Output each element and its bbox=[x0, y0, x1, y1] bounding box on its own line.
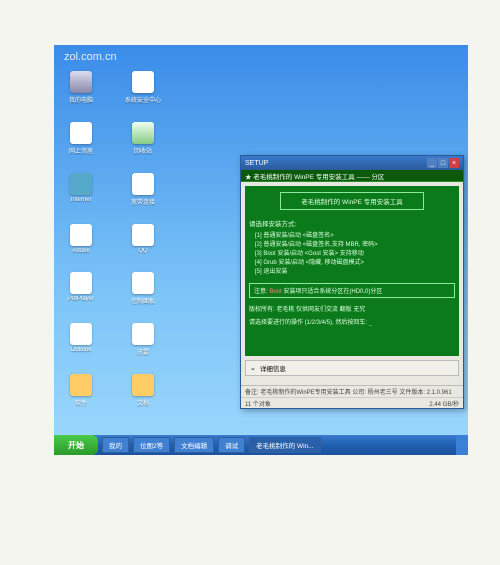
minimize-button[interactable]: _ bbox=[427, 158, 437, 168]
desktop-icon-network-places[interactable]: 网上邻居 bbox=[64, 122, 98, 155]
icon-label: Internet bbox=[71, 197, 91, 203]
desktop-icon-thunder[interactable]: 迅雷 bbox=[126, 323, 160, 356]
watermark-text: zol.com.cn bbox=[64, 51, 117, 63]
icon-label: Outlook bbox=[71, 347, 92, 353]
panel-subtitle: 请选择安装方式: bbox=[249, 218, 455, 228]
icon-label: 回收站 bbox=[134, 146, 152, 155]
copyright-line: 版权所有: 老毛桃 仅供网友们交流 翻版 无究 bbox=[249, 304, 455, 313]
software-icon bbox=[70, 374, 92, 396]
window-title: SETUP bbox=[245, 160, 426, 167]
details-label: 详细信息 bbox=[260, 363, 286, 373]
status-text-1: 备注: 老毛桃制作的WinPE专用安装工具 公司: 杨州老三号 文件版本: 2.… bbox=[245, 387, 459, 395]
taskbar-item-0[interactable]: 我的 bbox=[102, 437, 129, 453]
icon-label: 文档 bbox=[137, 398, 149, 407]
desktop-icon-broadband[interactable]: 宽带连接 bbox=[126, 173, 160, 206]
maximize-button[interactable]: □ bbox=[438, 158, 448, 168]
desktop-icon-potplayer[interactable]: PotPlayer bbox=[64, 272, 98, 305]
taskbar-item-1[interactable]: 位图2等 bbox=[133, 437, 170, 453]
taskbar-items: 我的位图2等文档编辑调试老毛桃制作的 Win... bbox=[98, 437, 321, 453]
desktop-icon-recycle-bin[interactable]: 回收站 bbox=[126, 122, 160, 155]
installer-window: SETUP _ □ × ★ 老毛桃制作的 WinPE 专用安装工具 —— 分区 … bbox=[240, 155, 464, 409]
broadband-icon bbox=[132, 173, 154, 195]
qq-icon bbox=[132, 224, 154, 246]
security-center-icon bbox=[132, 71, 154, 93]
icon-label: 软件 bbox=[75, 398, 87, 407]
prompt-line: 请选择要进行的操作 (1/2/3/4/5), 然后按回车: _ bbox=[249, 317, 455, 326]
desktop-icon-outlook[interactable]: Outlook bbox=[64, 323, 98, 356]
desktop-icon-qq[interactable]: QQ bbox=[126, 224, 160, 254]
close-button[interactable]: × bbox=[449, 158, 459, 168]
icon-label: 控制面板 bbox=[131, 296, 155, 305]
note-label: 注意: bbox=[254, 289, 268, 295]
install-option-1[interactable]: [1] 普通安装/启动 <磁盘签名> bbox=[255, 232, 455, 241]
network-places-icon bbox=[70, 122, 92, 144]
icon-label: Adobe bbox=[72, 248, 89, 254]
documents-icon bbox=[132, 374, 154, 396]
potplayer-icon bbox=[70, 272, 92, 294]
icon-label: 系统安全中心 bbox=[125, 95, 161, 104]
details-toggle[interactable]: ⌄ 详细信息 bbox=[245, 360, 459, 376]
status-speed: 2.44 GB/秒 bbox=[429, 399, 459, 407]
status-objects: 11 个对象 bbox=[245, 399, 271, 407]
taskbar-item-4[interactable]: 老毛桃制作的 Win... bbox=[249, 437, 320, 453]
install-option-4[interactable]: [4] Grub 安装/启动 <隐藏, 移动磁盘模式> bbox=[255, 259, 455, 268]
internet-explorer-icon bbox=[70, 173, 92, 195]
icon-label: 迅雷 bbox=[137, 347, 149, 356]
install-option-3[interactable]: [3] Boot 安装/启动 <Gost 安装> 支持移动 bbox=[255, 250, 455, 259]
desktop-icon-documents[interactable]: 文档 bbox=[126, 374, 160, 407]
note-highlight: Boot bbox=[269, 289, 281, 295]
taskbar: 开始 我的位图2等文档编辑调试老毛桃制作的 Win... bbox=[54, 435, 468, 455]
prompt-text: 请选择要进行的操作 (1/2/3/4/5), 然后按回车: bbox=[249, 320, 367, 326]
installer-panel: 老毛桃制作的 WinPE 专用安装工具 请选择安装方式: [1] 普通安装/启动… bbox=[245, 186, 459, 356]
desktop-icon-my-computer[interactable]: 我的电脑 bbox=[64, 71, 98, 104]
desktop-icons-area: 我的电脑 系统安全中心网上邻居 回收站 Internet 宽带连接 Adobe QQ PotP… bbox=[64, 71, 160, 407]
note-box: 注意: Boot 安装项只适合系统分区在(HD0,0)分区 bbox=[249, 283, 455, 298]
icon-label: PotPlayer bbox=[68, 296, 94, 302]
install-options-list: [1] 普通安装/启动 <磁盘签名>[2] 普通安装/启动 <磁盘签名,支持 M… bbox=[255, 232, 455, 277]
desktop-icon-software[interactable]: 软件 bbox=[64, 374, 98, 407]
desktop-icon-security-center[interactable]: 系统安全中心 bbox=[126, 71, 160, 104]
taskbar-item-2[interactable]: 文档编辑 bbox=[174, 437, 214, 453]
outlook-icon bbox=[70, 323, 92, 345]
icon-label: 网上邻居 bbox=[69, 146, 93, 155]
recycle-bin-icon bbox=[132, 122, 154, 144]
adobe-icon bbox=[70, 224, 92, 246]
control-panel-icon bbox=[132, 272, 154, 294]
system-tray[interactable] bbox=[456, 435, 468, 455]
my-computer-icon bbox=[70, 71, 92, 93]
install-option-2[interactable]: [2] 普通安装/启动 <磁盘签名,支持 MBR, 密码> bbox=[255, 241, 455, 250]
taskbar-item-3[interactable]: 调试 bbox=[218, 437, 245, 453]
panel-title: 老毛桃制作的 WinPE 专用安装工具 bbox=[280, 192, 424, 210]
desktop-icon-internet-explorer[interactable]: Internet bbox=[64, 173, 98, 206]
note-text: 安装项只适合系统分区在(HD0,0)分区 bbox=[283, 289, 382, 295]
icon-label: QQ bbox=[138, 248, 147, 254]
cursor-icon: _ bbox=[369, 320, 372, 326]
desktop-icon-control-panel[interactable]: 控制面板 bbox=[126, 272, 160, 305]
window-titlebar[interactable]: SETUP _ □ × bbox=[241, 156, 463, 170]
desktop-icon-adobe[interactable]: Adobe bbox=[64, 224, 98, 254]
thunder-icon bbox=[132, 323, 154, 345]
window-statusbar-2: 11 个对象 2.44 GB/秒 bbox=[241, 397, 463, 408]
desktop-screen: zol.com.cn 我的电脑 系统安全中心网上邻居 回收站 Internet 宽带连接… bbox=[54, 45, 468, 455]
icon-label: 我的电脑 bbox=[69, 95, 93, 104]
icon-label: 宽带连接 bbox=[131, 197, 155, 206]
window-statusbar-1: 备注: 老毛桃制作的WinPE专用安装工具 公司: 杨州老三号 文件版本: 2.… bbox=[241, 385, 463, 396]
inner-titlebar: ★ 老毛桃制作的 WinPE 专用安装工具 —— 分区 bbox=[241, 170, 463, 182]
start-button[interactable]: 开始 bbox=[54, 435, 98, 455]
install-option-5[interactable]: [5] 退出安装 bbox=[255, 268, 455, 277]
chevron-down-icon: ⌄ bbox=[250, 364, 256, 372]
